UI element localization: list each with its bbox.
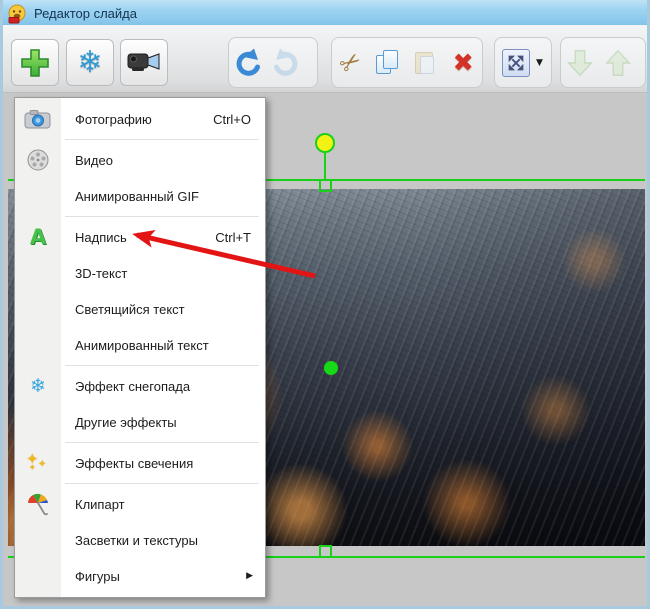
- menu-separator: [65, 216, 259, 217]
- snowflake-icon: ❄: [30, 375, 46, 397]
- sparkles-icon: ✦ ✦ ✦: [26, 450, 47, 472]
- menu-item-animated-text[interactable]: Анимированный текст: [15, 327, 265, 363]
- menu-item-shapes[interactable]: Фигуры ▶: [15, 558, 265, 594]
- copy-documents-icon: [376, 49, 400, 76]
- menu-item-flares-textures[interactable]: Засветки и текстуры: [15, 522, 265, 558]
- red-cross-icon: ✖: [452, 48, 474, 77]
- green-down-arrow-icon: [567, 49, 593, 76]
- menu-item-label: 3D-текст: [75, 265, 128, 281]
- submenu-arrow-icon: ▶: [246, 571, 253, 581]
- menu-separator: [65, 139, 259, 140]
- clipboard-icon: [414, 50, 437, 76]
- menu-item-glowing-text[interactable]: Светящийся текст: [15, 291, 265, 327]
- order-group: [560, 37, 646, 88]
- film-reel-icon: [15, 148, 61, 172]
- rotation-stem: [324, 153, 326, 181]
- menu-item-glow-effects[interactable]: ✦ ✦ ✦ Эффекты свечения: [15, 445, 265, 481]
- menu-item-clipart[interactable]: Клипарт: [15, 486, 265, 522]
- add-object-button[interactable]: [11, 39, 59, 86]
- move-down-button[interactable]: [561, 43, 599, 83]
- title-bar: Редактор слайда: [3, 0, 647, 28]
- menu-item-label: Анимированный текст: [75, 337, 209, 353]
- menu-separator: [65, 365, 259, 366]
- edit-group: ✂ ✖: [331, 37, 483, 88]
- menu-item-video[interactable]: Видео: [15, 142, 265, 178]
- slide-editor-window: Редактор слайда ❄ ✂ ✖ ▼ Фотографию Ctrl+…: [0, 0, 650, 609]
- menu-item-label: Светящийся текст: [75, 301, 185, 317]
- copy-button[interactable]: [370, 43, 408, 83]
- snowflake-icon: ❄: [77, 44, 103, 80]
- menu-item-shortcut: Ctrl+O: [213, 111, 251, 127]
- top-center-handle[interactable]: [319, 179, 332, 192]
- undo-button[interactable]: [229, 43, 267, 83]
- fit-view-button[interactable]: [502, 48, 530, 77]
- camcorder-icon: [127, 52, 160, 71]
- menu-item-label: Анимированный GIF: [75, 188, 200, 204]
- menu-item-label: Клипарт: [75, 496, 125, 512]
- menu-item-shortcut: Ctrl+T: [215, 229, 251, 245]
- menu-item-label: Видео: [75, 152, 113, 168]
- bottom-center-handle[interactable]: [319, 545, 332, 558]
- menu-item-label: Эффект снегопада: [75, 378, 191, 394]
- menu-item-animated-gif[interactable]: Анимированный GIF: [15, 178, 265, 214]
- caret-down-icon[interactable]: ▼: [536, 58, 543, 68]
- menu-separator: [65, 442, 259, 443]
- camera-button[interactable]: [120, 39, 168, 86]
- menu-item-label: Фигуры: [75, 568, 120, 584]
- green-up-arrow-icon: [605, 49, 631, 76]
- insert-menu: Фотографию Ctrl+O Видео Анимированный GI…: [14, 97, 266, 598]
- center-dot-handle[interactable]: [324, 361, 338, 375]
- menu-item-caption[interactable]: A Надпись Ctrl+T: [15, 219, 265, 255]
- undo-arrow-icon: [236, 48, 260, 76]
- view-group: ▼: [494, 37, 552, 88]
- expand-arrows-icon: [508, 55, 524, 70]
- plus-icon: [21, 48, 49, 77]
- paste-button[interactable]: [407, 43, 445, 83]
- scissors-icon: ✂: [333, 44, 368, 81]
- umbrella-icon: [15, 491, 61, 517]
- menu-item-other-effects[interactable]: Другие эффекты: [15, 404, 265, 440]
- menu-item-snowfall-effect[interactable]: ❄ Эффект снегопада: [15, 368, 265, 404]
- letter-a-icon: A: [29, 225, 47, 249]
- app-icon: [8, 4, 26, 23]
- menu-item-label: Эффекты свечения: [75, 455, 194, 471]
- rotation-handle[interactable]: [315, 133, 335, 153]
- redo-button[interactable]: [267, 43, 305, 83]
- delete-button[interactable]: ✖: [445, 43, 483, 83]
- menu-item-label: Другие эффекты: [75, 414, 177, 430]
- menu-item-photo[interactable]: Фотографию Ctrl+O: [15, 101, 265, 137]
- cut-button[interactable]: ✂: [332, 43, 370, 83]
- menu-item-label: Фотографию: [75, 111, 152, 127]
- menu-item-label: Засветки и текстуры: [75, 532, 198, 548]
- menu-item-3d-text[interactable]: 3D-текст: [15, 255, 265, 291]
- menu-item-label: Надпись: [75, 229, 127, 245]
- window-title: Редактор слайда: [34, 6, 137, 21]
- toolbar: ❄ ✂ ✖ ▼: [3, 25, 647, 93]
- undo-redo-group: [228, 37, 318, 88]
- move-up-button[interactable]: [599, 43, 637, 83]
- menu-separator: [65, 483, 259, 484]
- snow-effect-button[interactable]: ❄: [66, 39, 114, 86]
- redo-arrow-icon: [274, 48, 298, 76]
- camera-icon: [15, 109, 61, 129]
